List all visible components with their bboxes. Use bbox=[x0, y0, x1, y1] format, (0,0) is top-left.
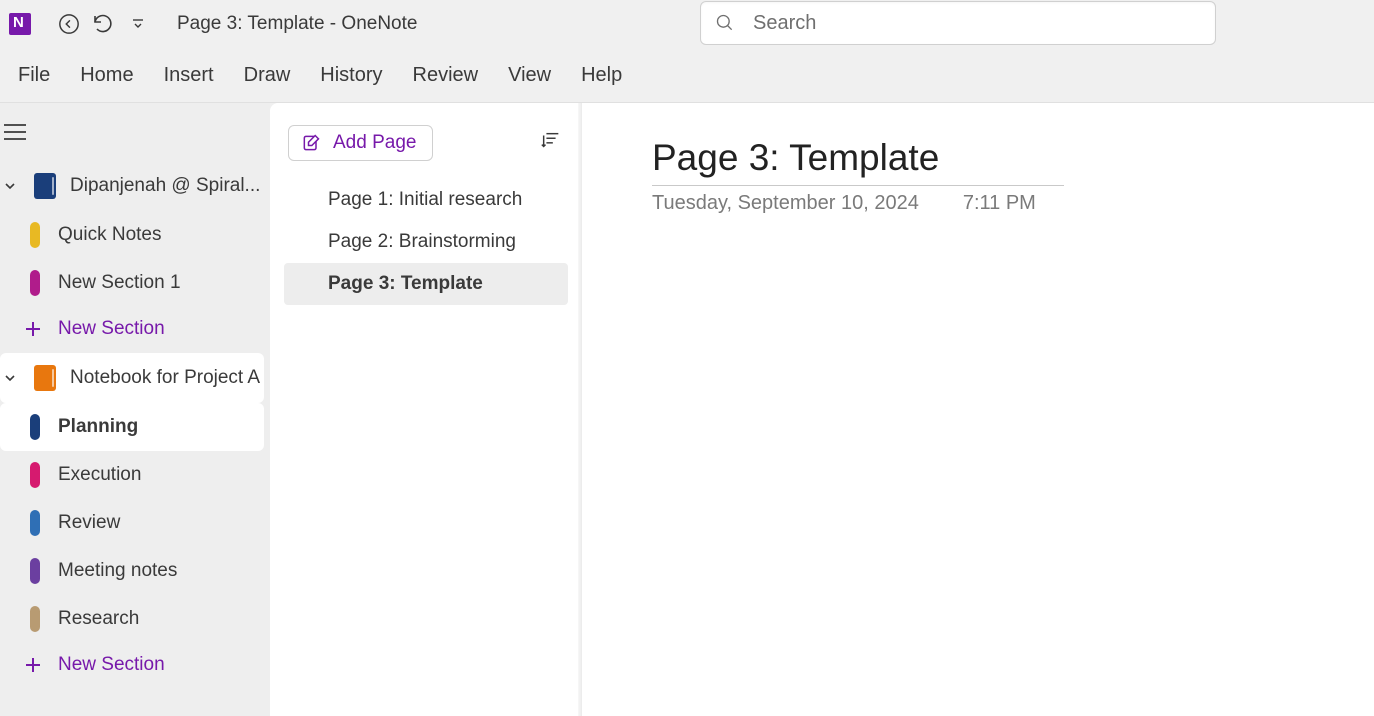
section-item[interactable]: Review bbox=[0, 499, 270, 547]
sort-icon bbox=[540, 130, 562, 152]
plus-icon bbox=[24, 656, 42, 674]
search-input[interactable] bbox=[753, 12, 1201, 35]
section-item[interactable]: Planning bbox=[0, 403, 264, 451]
tab-draw[interactable]: Draw bbox=[244, 58, 291, 93]
tab-review[interactable]: Review bbox=[413, 58, 479, 93]
section-label: Planning bbox=[58, 416, 138, 438]
sort-pages-button[interactable] bbox=[540, 130, 562, 157]
section-item[interactable]: Quick Notes bbox=[0, 211, 270, 259]
navigation-panel: Dipanjenah @ Spiral... Quick Notes New S… bbox=[0, 103, 270, 716]
app-icon bbox=[9, 13, 31, 35]
chevron-down-icon[interactable] bbox=[0, 179, 20, 193]
section-label: Meeting notes bbox=[58, 560, 177, 582]
window-title: Page 3: Template - OneNote bbox=[177, 13, 417, 35]
page-title: Page 2: Brainstorming bbox=[328, 231, 516, 253]
ribbon-tabs: File Home Insert Draw History Review Vie… bbox=[0, 48, 1374, 103]
titlebar: Page 3: Template - OneNote bbox=[0, 0, 1374, 48]
page-item[interactable]: Page 3: Template bbox=[284, 263, 568, 305]
section-label: Quick Notes bbox=[58, 224, 161, 246]
section-color-icon bbox=[30, 270, 40, 296]
page-date: Tuesday, September 10, 2024 bbox=[652, 192, 919, 215]
page-time: 7:11 PM bbox=[963, 192, 1036, 215]
new-section-button[interactable]: New Section bbox=[0, 643, 270, 687]
notebook-label: Notebook for Project A bbox=[70, 367, 260, 389]
add-page-button[interactable]: Add Page bbox=[288, 125, 433, 161]
notebook-icon bbox=[34, 365, 56, 391]
section-color-icon bbox=[30, 414, 40, 440]
undo-button[interactable] bbox=[86, 7, 120, 41]
add-page-icon bbox=[301, 133, 321, 153]
section-label: Research bbox=[58, 608, 139, 630]
section-item[interactable]: Execution bbox=[0, 451, 270, 499]
new-section-label: New Section bbox=[58, 654, 165, 676]
notebook-item[interactable]: Notebook for Project A bbox=[0, 353, 264, 403]
section-color-icon bbox=[30, 222, 40, 248]
search-box[interactable] bbox=[700, 1, 1216, 45]
page-title: Page 3: Template bbox=[328, 273, 483, 295]
pages-panel: Add Page Page 1: Initial research Page 2… bbox=[270, 103, 582, 716]
tab-help[interactable]: Help bbox=[581, 58, 622, 93]
new-section-button[interactable]: New Section bbox=[0, 307, 270, 351]
tab-history[interactable]: History bbox=[320, 58, 382, 93]
chevron-down-icon[interactable] bbox=[0, 371, 20, 385]
section-color-icon bbox=[30, 606, 40, 632]
back-button[interactable] bbox=[52, 7, 86, 41]
section-color-icon bbox=[30, 462, 40, 488]
section-label: Execution bbox=[58, 464, 141, 486]
notebook-label: Dipanjenah @ Spiral... bbox=[70, 175, 260, 197]
page-item[interactable]: Page 1: Initial research bbox=[284, 179, 568, 221]
page-canvas[interactable]: Page 3: Template Tuesday, September 10, … bbox=[582, 103, 1374, 716]
section-item[interactable]: Meeting notes bbox=[0, 547, 270, 595]
tab-insert[interactable]: Insert bbox=[164, 58, 214, 93]
tab-home[interactable]: Home bbox=[80, 58, 133, 93]
plus-icon bbox=[24, 320, 42, 338]
page-title-heading[interactable]: Page 3: Template bbox=[652, 137, 1064, 186]
tab-file[interactable]: File bbox=[18, 58, 50, 93]
notebook-item[interactable]: Dipanjenah @ Spiral... bbox=[0, 161, 270, 211]
section-label: New Section 1 bbox=[58, 272, 181, 294]
page-title: Page 1: Initial research bbox=[328, 189, 522, 211]
hamburger-icon[interactable] bbox=[2, 122, 28, 142]
search-icon bbox=[715, 13, 735, 33]
section-item[interactable]: New Section 1 bbox=[0, 259, 270, 307]
section-color-icon bbox=[30, 510, 40, 536]
notebook-icon bbox=[34, 173, 56, 199]
section-item[interactable]: Research bbox=[0, 595, 270, 643]
page-item[interactable]: Page 2: Brainstorming bbox=[284, 221, 568, 263]
tab-view[interactable]: View bbox=[508, 58, 551, 93]
customize-qat-button[interactable] bbox=[126, 7, 150, 41]
section-label: Review bbox=[58, 512, 120, 534]
new-section-label: New Section bbox=[58, 318, 165, 340]
section-color-icon bbox=[30, 558, 40, 584]
add-page-label: Add Page bbox=[333, 132, 416, 154]
